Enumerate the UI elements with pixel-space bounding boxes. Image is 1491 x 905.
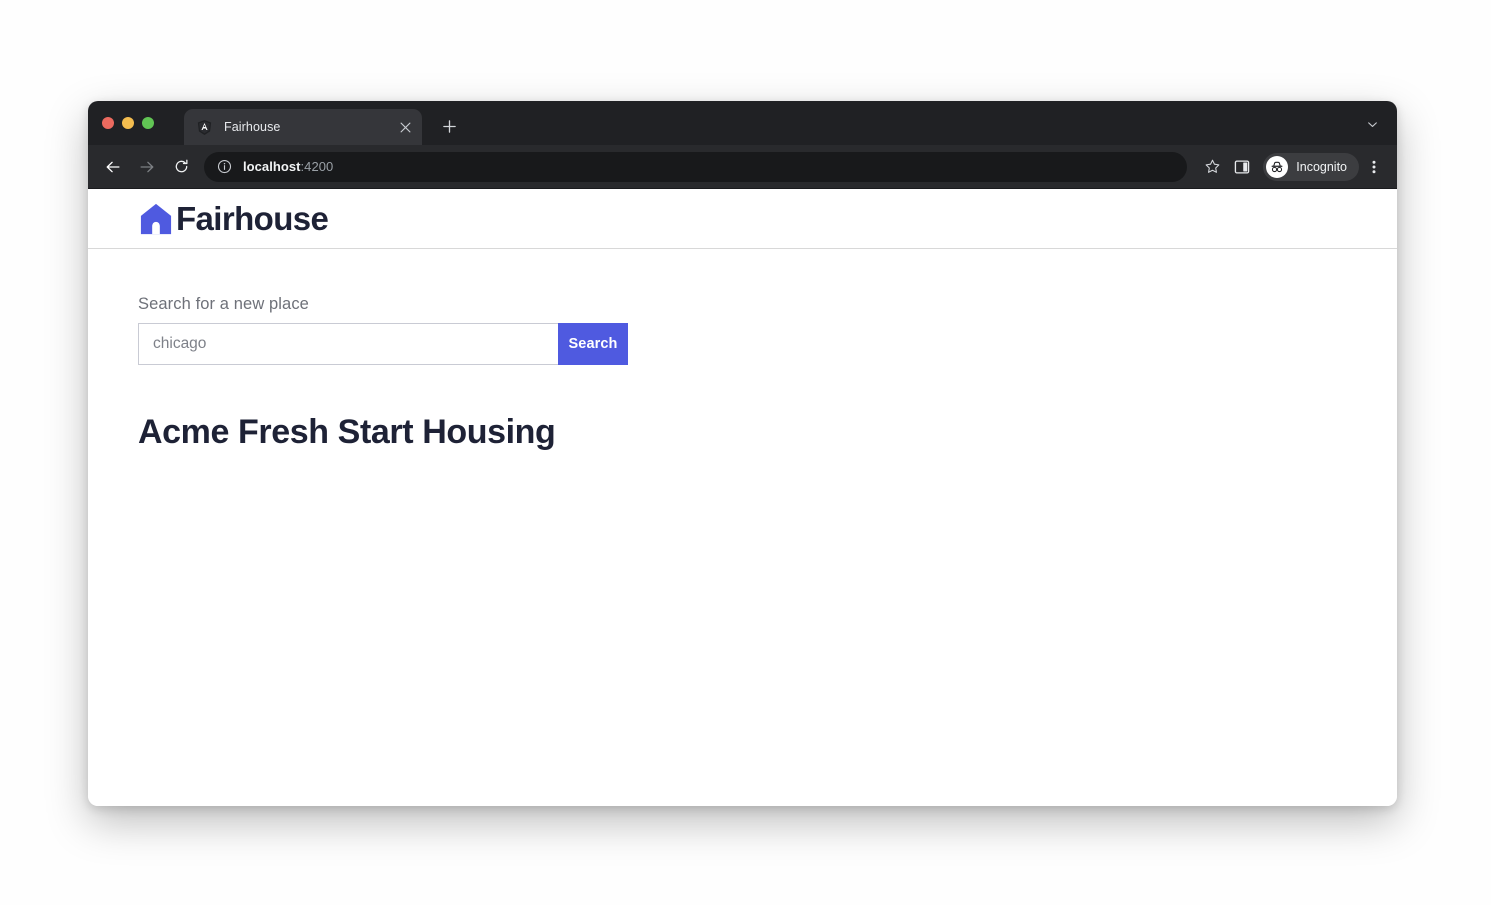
maximize-window-button[interactable] — [142, 117, 154, 129]
angular-shield-icon — [197, 119, 212, 135]
forward-button[interactable] — [132, 152, 162, 182]
search-input[interactable] — [138, 323, 558, 365]
page-viewport: Fairhouse Search for a new place Search … — [88, 189, 1397, 806]
info-circle-icon[interactable] — [217, 159, 232, 174]
star-icon[interactable] — [1199, 154, 1225, 180]
browser-menu-button[interactable] — [1361, 153, 1387, 181]
address-bar[interactable]: localhost:4200 — [204, 151, 1188, 182]
plus-icon — [442, 119, 456, 133]
url-port: :4200 — [300, 159, 334, 174]
window-controls — [102, 117, 154, 129]
screen: Fairhouse localhost:4200 Incognito Fairh… — [0, 0, 1491, 905]
incognito-icon — [1266, 155, 1289, 178]
tab-title: Fairhouse — [224, 120, 281, 134]
site-header: Fairhouse — [88, 189, 1397, 249]
profile-label: Incognito — [1296, 159, 1347, 174]
new-tab-button[interactable] — [436, 113, 462, 139]
tab-strip: Fairhouse — [88, 101, 1397, 145]
chevron-down-icon — [1367, 121, 1377, 127]
house-icon — [140, 203, 172, 234]
back-button[interactable] — [98, 152, 128, 182]
three-dots-vertical-icon — [1372, 160, 1376, 173]
side-panel-icon — [1235, 159, 1250, 174]
search-label: Search for a new place — [138, 295, 309, 313]
browser-tab[interactable]: Fairhouse — [184, 109, 422, 145]
profile-button[interactable]: Incognito — [1263, 152, 1359, 181]
arrow-left-icon — [106, 161, 120, 172]
url-host: localhost — [243, 159, 301, 174]
close-window-button[interactable] — [102, 117, 114, 129]
page-title: Acme Fresh Start Housing — [138, 413, 556, 451]
minimize-window-button[interactable] — [122, 117, 134, 129]
browser-window: Fairhouse localhost:4200 Incognito Fairh… — [88, 101, 1397, 806]
brand-logo[interactable]: Fairhouse — [138, 200, 329, 237]
url-text: localhost:4200 — [243, 159, 333, 174]
main-content: Search for a new place Search Acme Fresh… — [88, 249, 1397, 452]
browser-toolbar: localhost:4200 Incognito — [88, 145, 1397, 189]
search-row: Search — [138, 323, 1397, 365]
close-icon[interactable] — [396, 118, 414, 136]
side-panel-button[interactable] — [1228, 153, 1256, 181]
reload-button[interactable] — [166, 152, 196, 182]
reload-icon — [175, 159, 187, 173]
brand-name: Fairhouse — [176, 200, 329, 237]
search-button[interactable]: Search — [558, 323, 628, 365]
tab-search-button[interactable] — [1361, 114, 1383, 134]
arrow-right-icon — [140, 161, 154, 172]
